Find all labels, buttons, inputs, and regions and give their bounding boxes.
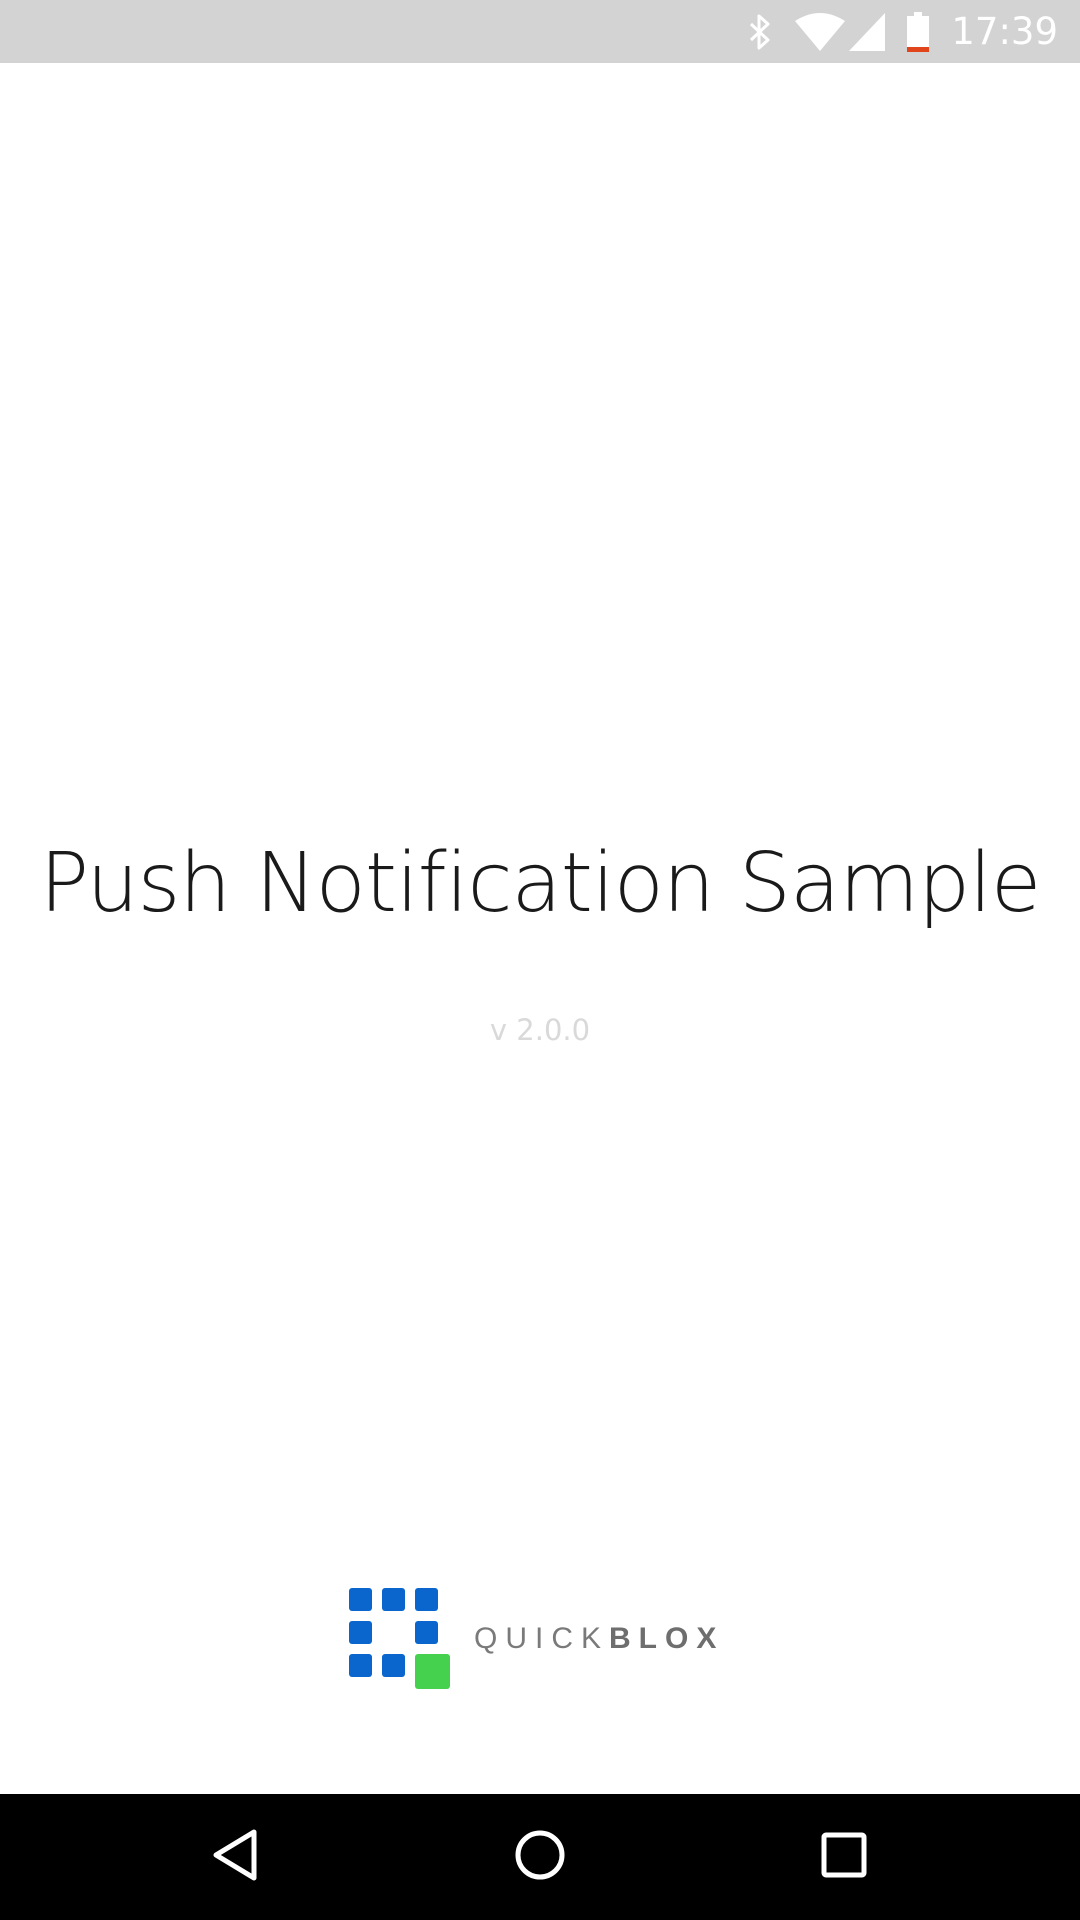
splash-screen: Push Notification Sample v 2.0.0 QUICKBL… — [0, 63, 1080, 1794]
battery-low-icon — [907, 11, 930, 52]
back-icon — [212, 1828, 260, 1886]
wordmark-bold: BLOX — [609, 1622, 725, 1655]
logo-square — [382, 1588, 405, 1611]
quickblox-logo-mark — [348, 1587, 452, 1691]
quickblox-wordmark: QUICKBLOX — [474, 1622, 724, 1656]
back-button[interactable] — [166, 1794, 306, 1920]
home-icon — [514, 1829, 566, 1885]
logo-accent-square — [415, 1654, 450, 1689]
status-bar: 17:39 — [0, 0, 1080, 63]
recents-icon — [820, 1831, 868, 1883]
app-version: v 2.0.0 — [489, 1013, 591, 1047]
quickblox-logo: QUICKBLOX — [348, 1587, 724, 1691]
status-clock: 17:39 — [951, 10, 1058, 53]
status-icons: 17:39 — [749, 0, 1058, 63]
logo-square — [349, 1588, 372, 1611]
logo-square — [415, 1588, 438, 1611]
app-title: Push Notification Sample — [39, 836, 1042, 931]
cell-signal-icon — [849, 12, 886, 51]
logo-square — [349, 1621, 372, 1644]
wifi-icon — [795, 12, 846, 51]
bluetooth-icon — [749, 14, 771, 50]
wordmark-light: QUICK — [474, 1622, 610, 1655]
navigation-bar — [0, 1794, 1080, 1920]
logo-square — [349, 1654, 372, 1677]
logo-square — [415, 1621, 438, 1644]
recents-button[interactable] — [774, 1794, 914, 1920]
home-button[interactable] — [470, 1794, 610, 1920]
logo-square — [382, 1654, 405, 1677]
